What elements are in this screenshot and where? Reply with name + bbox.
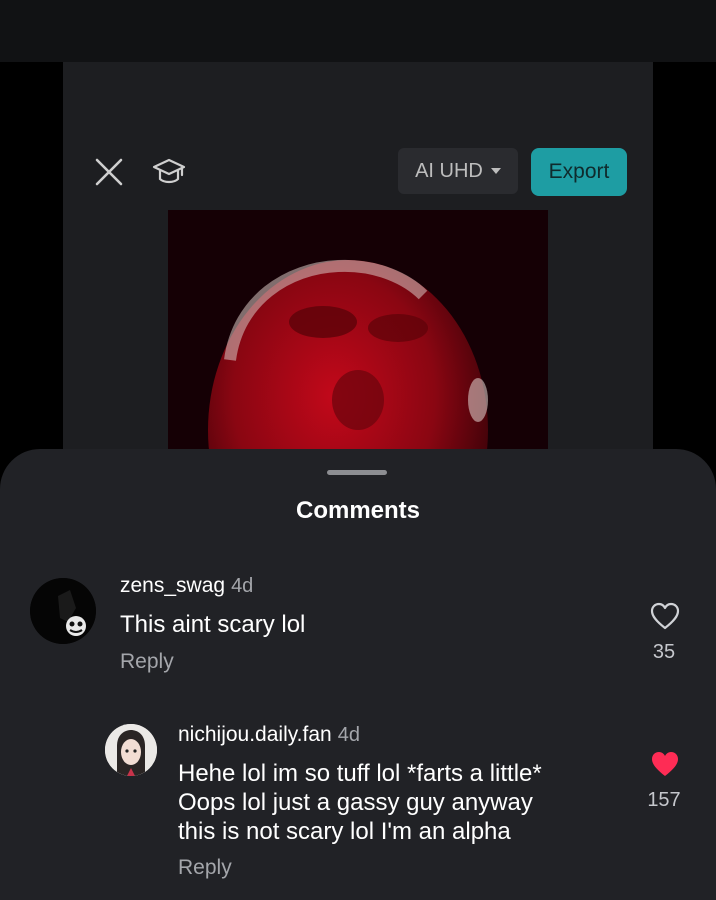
- close-icon: [95, 158, 123, 186]
- comment-text-line: Hehe lol im so tuff lol *farts a little*: [178, 760, 542, 787]
- avatar[interactable]: [30, 578, 96, 644]
- video-editor-preview: AI UHD Export: [63, 62, 653, 482]
- avatar-image: [105, 724, 157, 776]
- video-frame: [168, 210, 548, 482]
- reply-button[interactable]: Reply: [120, 650, 174, 674]
- like-button[interactable]: [650, 750, 680, 778]
- avatar[interactable]: [105, 724, 157, 776]
- like-count: 157: [647, 789, 681, 811]
- quality-dropdown[interactable]: AI UHD: [398, 148, 518, 194]
- video-frame-image: [168, 210, 548, 482]
- comment-time: 4d: [337, 724, 360, 746]
- comment-username-text: zens_swag: [120, 574, 226, 597]
- comment-text: This aint scary lol: [120, 611, 306, 638]
- comment-username-text: nichijou.daily.fan: [178, 723, 332, 746]
- heart-outline-icon: [650, 602, 680, 630]
- quality-label: AI UHD: [415, 159, 483, 182]
- like-count: 35: [652, 641, 676, 663]
- heart-filled-icon: [652, 752, 678, 776]
- comment-text: Hehe lol im so tuff lol *farts a little*…: [178, 759, 542, 846]
- comment-username[interactable]: zens_swag 4d: [120, 574, 253, 598]
- caret-down-icon: [490, 168, 501, 174]
- drag-handle[interactable]: [327, 470, 387, 475]
- tutorial-button[interactable]: [151, 155, 187, 189]
- avatar-image: [30, 578, 96, 644]
- sheet-title: Comments: [295, 497, 421, 524]
- reply-button[interactable]: Reply: [178, 856, 232, 880]
- comment-text-line: Oops lol just a gassy guy anyway: [178, 789, 533, 816]
- like-button[interactable]: [650, 602, 680, 630]
- comment-time: 4d: [231, 575, 254, 597]
- export-button[interactable]: Export: [531, 148, 627, 196]
- comments-sheet: Comments zens_swag 4d This aint scary lol…: [0, 449, 716, 900]
- comment-username[interactable]: nichijou.daily.fan 4d: [178, 723, 360, 747]
- close-button[interactable]: [93, 156, 125, 188]
- comment-text-line: this is not scary lol I'm an alpha: [178, 818, 511, 845]
- graduation-cap-icon: [152, 158, 186, 184]
- status-bar-area: [0, 0, 716, 62]
